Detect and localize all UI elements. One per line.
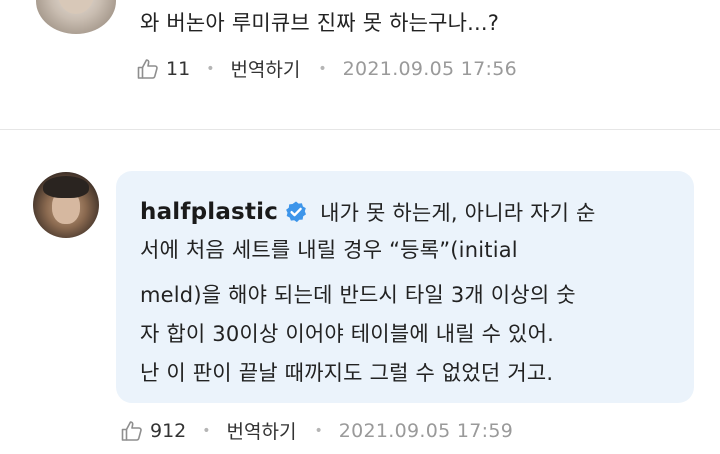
verified-badge-icon <box>286 201 307 223</box>
translate-link[interactable]: 번역하기 <box>227 417 297 444</box>
username[interactable]: halfplastic <box>140 199 278 225</box>
reply-text-line-3: meld)을 해야 되는데 반드시 타일 3개 이상의 숫 <box>140 283 576 307</box>
translate-link[interactable]: 번역하기 <box>230 55 300 82</box>
separator-dot: • <box>318 60 327 77</box>
reply-meta: 912 • 번역하기 • 2021.09.05 17:59 <box>120 417 513 444</box>
separator-dot: • <box>206 60 215 77</box>
reply-text-line-2: 서에 처음 세트를 내릴 경우 “등록”(initial <box>140 238 518 262</box>
separator-dot: • <box>314 422 323 439</box>
separator-dot: • <box>202 422 211 439</box>
timestamp: 2021.09.05 17:59 <box>338 419 514 442</box>
reply-text-line-1: 내가 못 하는게, 아니라 자기 순 <box>320 201 596 225</box>
reply-text-line-5: 난 이 판이 끝날 때까지도 그럴 수 없었던 거고. <box>140 361 554 385</box>
thumbs-up-icon[interactable] <box>136 57 160 81</box>
reply-text-line-4: 자 합이 30이상 이어야 테이블에 내릴 수 있어. <box>140 322 554 346</box>
comment-meta: 11 • 번역하기 • 2021.09.05 17:56 <box>136 55 517 82</box>
like-count: 912 <box>150 419 187 442</box>
timestamp: 2021.09.05 17:56 <box>342 57 518 80</box>
reply-bubble: halfplastic 내가 못 하는게, 아니라 자기 순 서에 처음 세트를… <box>116 171 694 403</box>
reply-first-line: halfplastic 내가 못 하는게, 아니라 자기 순 <box>140 197 596 227</box>
divider <box>0 129 720 130</box>
avatar[interactable] <box>36 0 116 34</box>
like-count: 11 <box>166 57 191 80</box>
avatar[interactable] <box>33 172 99 238</box>
comment-text: 와 버논아 루미큐브 진짜 못 하는구나...? <box>140 11 500 35</box>
top-comment: 와 버논아 루미큐브 진짜 못 하는구나...? 11 • 번역하기 • 202… <box>0 0 720 128</box>
thumbs-up-icon[interactable] <box>120 419 144 443</box>
